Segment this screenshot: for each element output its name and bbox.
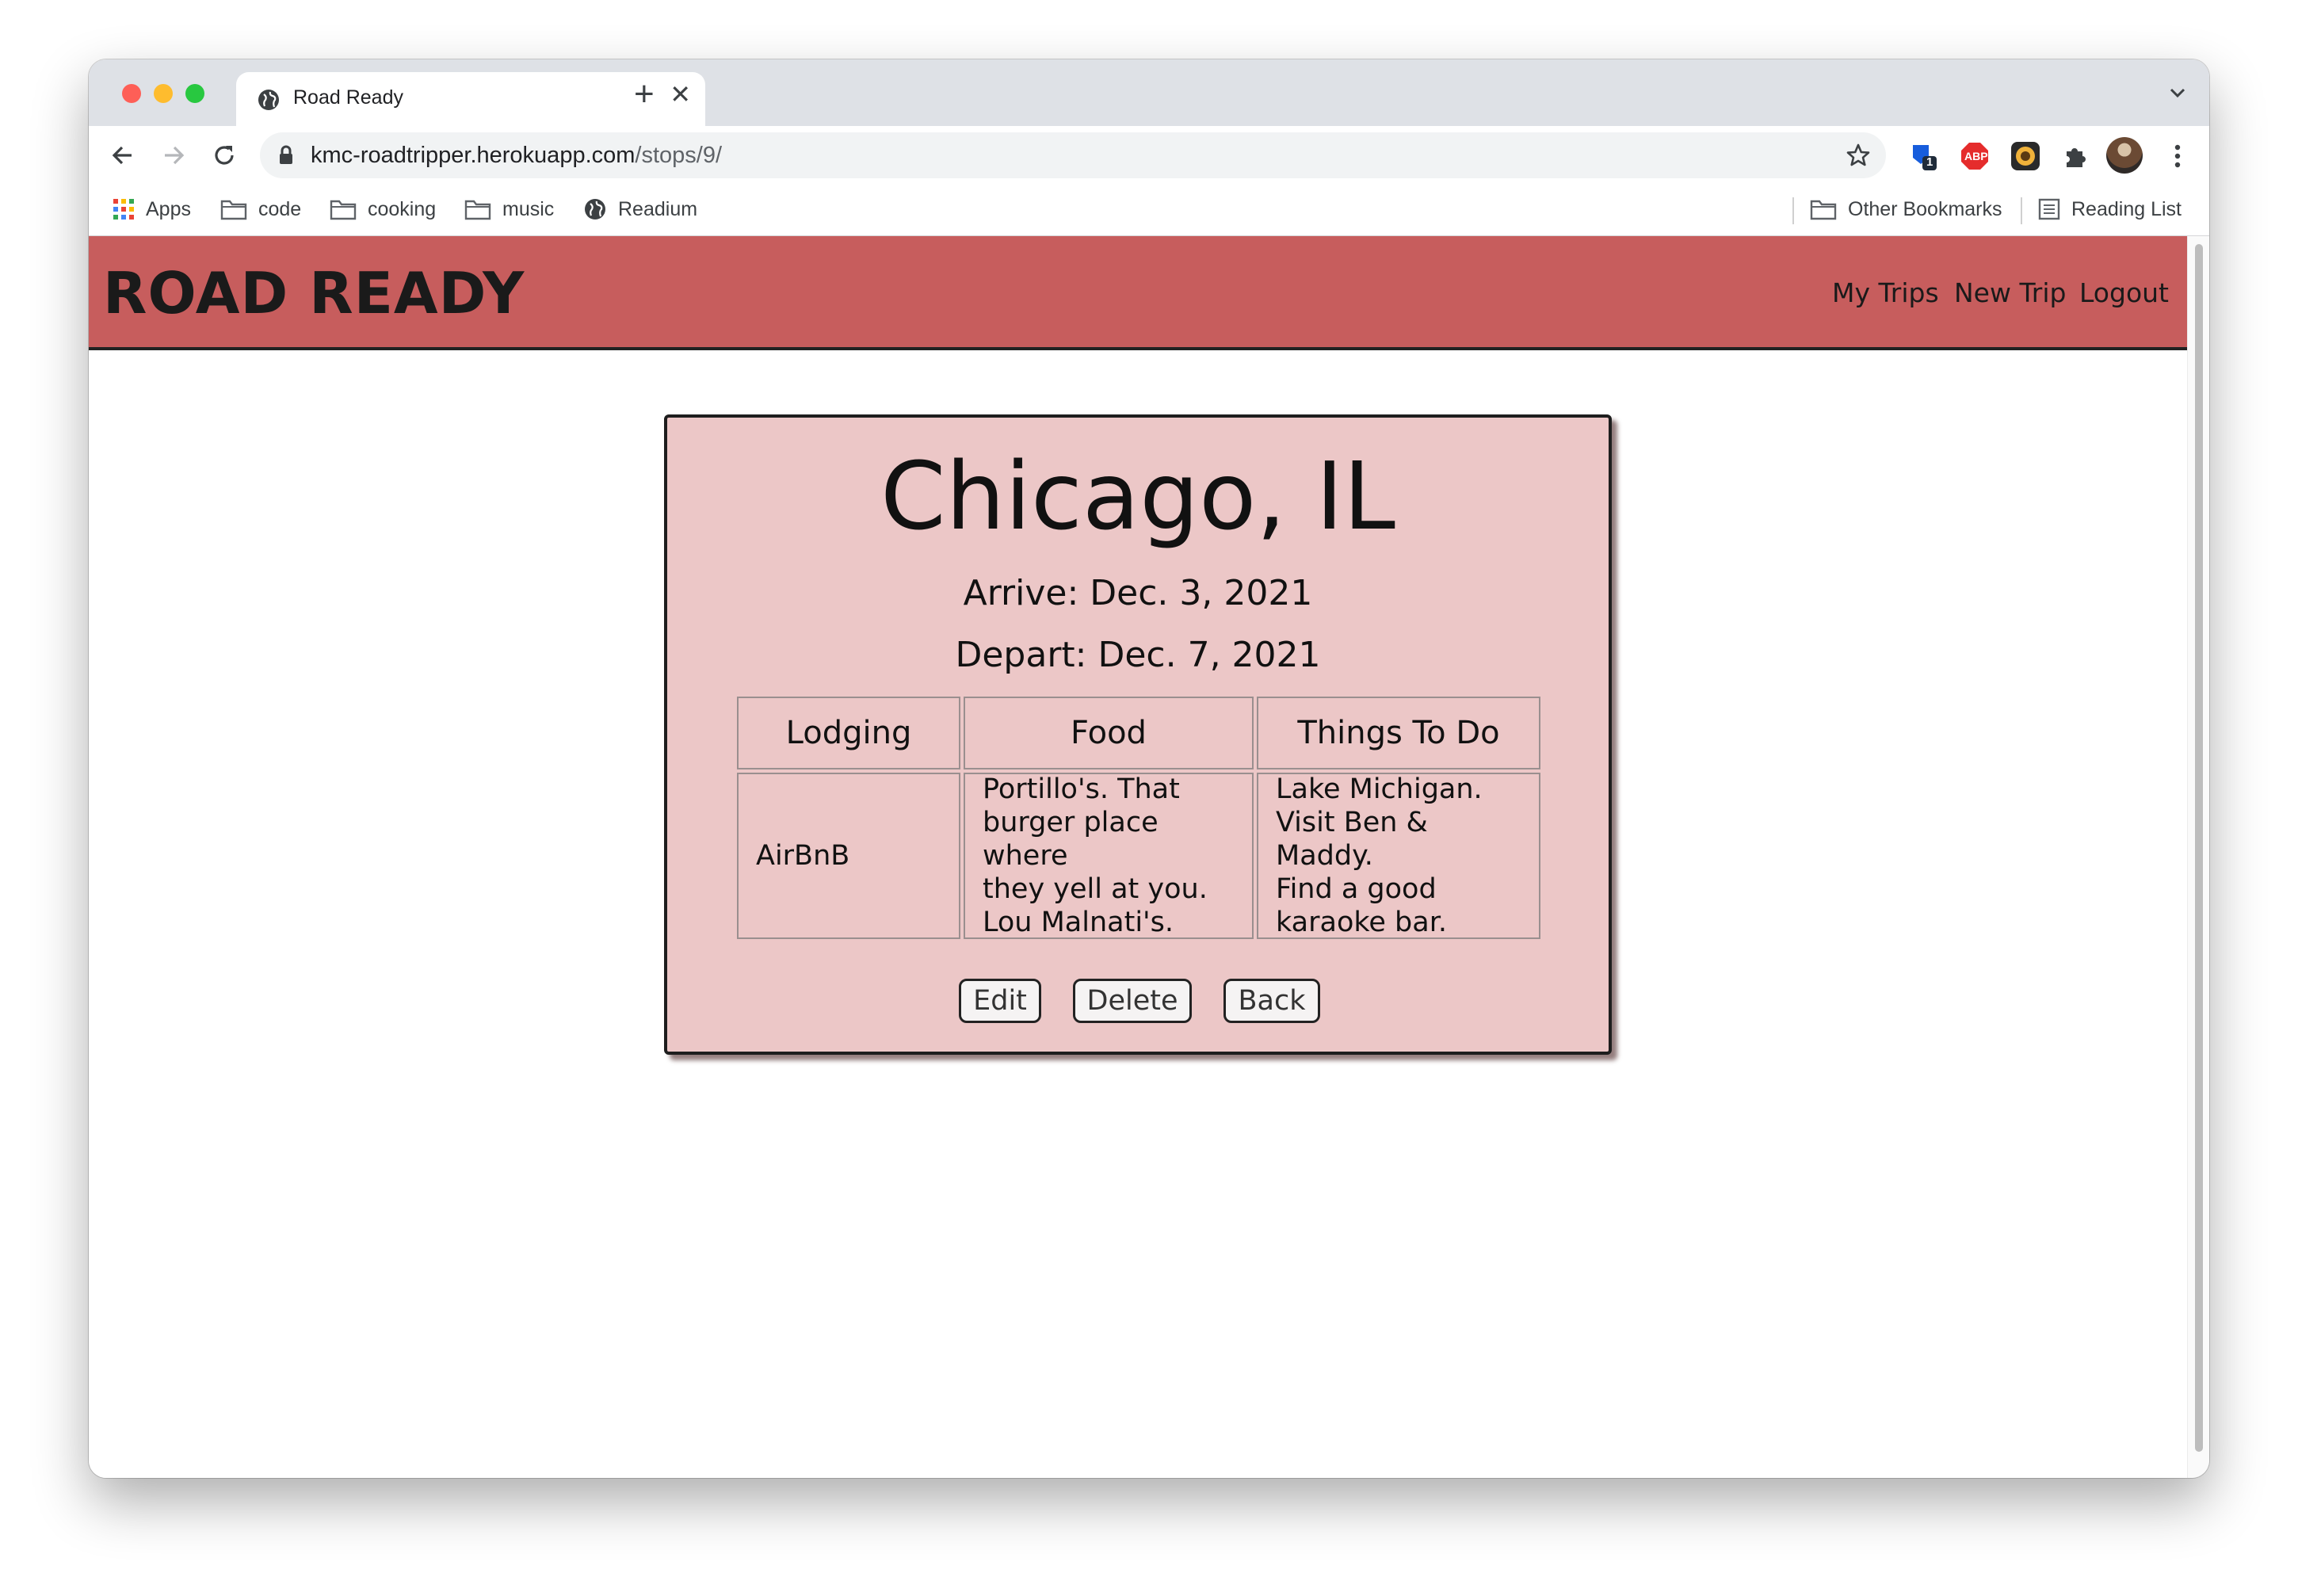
tab-title: Road Ready: [293, 86, 403, 109]
profile-avatar[interactable]: [2106, 137, 2143, 174]
depart-date: Depart: Dec. 7, 2021: [955, 635, 1321, 675]
close-tab-icon[interactable]: ✕: [670, 82, 691, 107]
bookmark-star-icon[interactable]: [1845, 142, 1872, 169]
folder-icon: [330, 200, 357, 220]
bookmarks-divider: [1792, 197, 1794, 224]
new-tab-button[interactable]: +: [634, 77, 655, 112]
bookmark-folder-music[interactable]: music: [464, 196, 554, 223]
url-path: /stops/9/: [635, 143, 723, 168]
nav-my-trips[interactable]: My Trips: [1832, 277, 1939, 308]
url-host: kmc-roadtripper.herokuapp.com: [311, 143, 636, 168]
column-header-things-to-do: Things To Do: [1257, 697, 1540, 769]
chevron-down-icon[interactable]: [2165, 80, 2190, 105]
tab-strip: Road Ready ✕ +: [89, 59, 2209, 126]
extensions-puzzle-icon[interactable]: [2060, 140, 2092, 172]
page-viewport: ROAD READY My Trips New Trip Logout Chic…: [89, 236, 2187, 1478]
reload-icon[interactable]: [209, 140, 239, 170]
bookmark-folder-code[interactable]: code: [220, 196, 301, 223]
other-bookmarks-label: Other Bookmarks: [1848, 197, 2002, 220]
extension-badge: 1: [1926, 155, 1933, 169]
address-bar[interactable]: kmc-roadtripper.herokuapp.com/stops/9/: [260, 132, 1886, 178]
adblock-icon[interactable]: ABP: [1959, 140, 1991, 172]
reading-list-label: Reading List: [2071, 197, 2182, 220]
bookmark-label: music: [502, 197, 555, 220]
bookmark-apps[interactable]: Apps: [113, 196, 191, 223]
food-value: Portillo's. That burger place where they…: [983, 773, 1208, 938]
bookmark-readium[interactable]: Readium: [583, 196, 697, 223]
lock-icon[interactable]: [277, 145, 295, 166]
reading-list-icon: [2038, 198, 2060, 220]
adblock-label: ABP: [1964, 150, 1988, 162]
page-scrollbar[interactable]: [2187, 236, 2209, 1478]
close-window-button[interactable]: [122, 84, 141, 103]
nav-logout[interactable]: Logout: [2079, 277, 2169, 308]
delete-button[interactable]: Delete: [1073, 979, 1192, 1023]
forward-arrow-icon[interactable]: [158, 140, 189, 170]
brand-logo[interactable]: ROAD READY: [103, 260, 525, 326]
apps-grid-icon: [113, 199, 134, 220]
sunflower-extension-icon[interactable]: [2010, 140, 2041, 172]
lodging-value: AirBnB: [756, 840, 850, 872]
folder-icon: [464, 200, 491, 220]
column-header-food: Food: [964, 697, 1254, 769]
column-header-lodging: Lodging: [737, 697, 960, 769]
scrollbar-thumb[interactable]: [2195, 244, 2203, 1452]
bookmark-label: Readium: [618, 197, 698, 220]
maximize-window-button[interactable]: [185, 84, 204, 103]
food-cell: Portillo's. That burger place where they…: [964, 773, 1254, 939]
back-button[interactable]: Back: [1223, 979, 1320, 1023]
site-navbar: ROAD READY My Trips New Trip Logout: [89, 236, 2187, 350]
arrive-date: Arrive: Dec. 3, 2021: [963, 573, 1313, 613]
other-bookmarks[interactable]: Other Bookmarks: [1810, 196, 2002, 223]
edit-button[interactable]: Edit: [959, 979, 1041, 1023]
things-to-do-cell: Lake Michigan. Visit Ben & Maddy. Find a…: [1257, 773, 1540, 939]
browser-window: Road Ready ✕ + kmc-roadtripper.herokuapp…: [89, 59, 2209, 1478]
browser-toolbar: kmc-roadtripper.herokuapp.com/stops/9/ 1…: [89, 126, 2209, 185]
globe-icon: [585, 199, 605, 220]
bookmark-folder-cooking[interactable]: cooking: [330, 196, 436, 223]
lodging-cell: AirBnB: [737, 773, 960, 939]
password-extension-icon[interactable]: 1: [1908, 140, 1940, 172]
bookmarks-bar: Apps code cooking music Readium Other Bo…: [89, 185, 2209, 236]
minimize-window-button[interactable]: [154, 84, 173, 103]
bookmarks-divider: [2021, 197, 2022, 224]
bookmark-label: code: [258, 197, 302, 220]
more-options-icon[interactable]: [2162, 140, 2193, 172]
folder-icon: [1810, 200, 1837, 220]
globe-icon: [258, 90, 279, 110]
back-arrow-icon[interactable]: [108, 140, 138, 170]
reading-list[interactable]: Reading List: [2038, 196, 2182, 223]
bookmark-label: cooking: [368, 197, 437, 220]
bookmark-label: Apps: [146, 197, 191, 220]
folder-icon: [220, 200, 247, 220]
nav-new-trip[interactable]: New Trip: [1954, 277, 2066, 308]
stop-card: Chicago, IL Arrive: Dec. 3, 2021 Depart:…: [664, 414, 1612, 1055]
things-to-do-value: Lake Michigan. Visit Ben & Maddy. Find a…: [1276, 773, 1483, 938]
stop-city-title: Chicago, IL: [880, 441, 1395, 551]
url-text: kmc-roadtripper.herokuapp.com/stops/9/: [311, 143, 722, 169]
